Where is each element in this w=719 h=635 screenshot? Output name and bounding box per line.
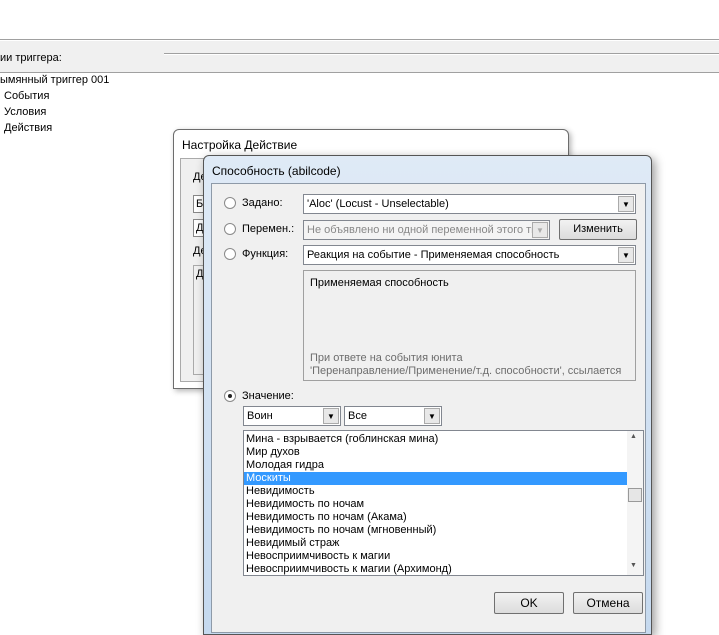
value-radio[interactable] xyxy=(224,390,236,402)
chevron-down-icon[interactable]: ▼ xyxy=(618,247,634,263)
change-button[interactable]: Изменить xyxy=(559,219,637,240)
preset-radio[interactable] xyxy=(224,197,236,209)
description-hint: При ответе на события юнита xyxy=(310,352,463,364)
scroll-down-icon[interactable]: ▼ xyxy=(630,562,637,569)
list-item[interactable]: Невидимость xyxy=(244,485,628,498)
scroll-up-icon[interactable]: ▲ xyxy=(630,433,637,440)
list-item[interactable]: Невосприимчивость к магии (Архимонд) xyxy=(244,563,628,576)
section-label: ии триггера: xyxy=(0,52,62,64)
scroll-thumb[interactable] xyxy=(628,488,642,502)
list-item[interactable]: Мина - взрывается (гоблинская мина) xyxy=(244,433,628,446)
ok-button[interactable]: OK xyxy=(494,592,564,614)
variable-label: Перемен.: xyxy=(242,223,295,235)
variable-value: Не объявлено ни одной переменной этого т… xyxy=(307,224,538,236)
toolbar-area xyxy=(0,0,719,40)
function-radio[interactable] xyxy=(224,248,236,260)
preset-value: 'Aloc' (Locust - Unselectable) xyxy=(307,198,449,210)
race-select[interactable]: Воин ▼ xyxy=(243,406,341,426)
filter-value: Все xyxy=(348,410,367,422)
list-scrollbar[interactable]: ▲ ▼ xyxy=(627,431,643,575)
description-hint: 'Перенаправление/Применение/т.д. способн… xyxy=(310,365,622,377)
chevron-down-icon[interactable]: ▼ xyxy=(618,196,634,212)
tree-item-trigger[interactable]: ымянный триггер 001 xyxy=(0,74,109,86)
list-item-selected[interactable]: Москиты xyxy=(244,472,628,485)
tree-item-events[interactable]: События xyxy=(4,90,49,102)
function-label: Функция: xyxy=(242,248,289,260)
divider xyxy=(164,53,719,55)
variable-combo: Не объявлено ни одной переменной этого т… xyxy=(303,220,550,240)
trigger-label-bar: ии триггера: xyxy=(0,41,719,73)
dialog-title: Настройка Действие xyxy=(182,138,298,152)
chevron-down-icon[interactable]: ▼ xyxy=(323,408,339,424)
race-value: Воин xyxy=(247,410,273,422)
function-description: Применяемая способность При ответе на со… xyxy=(303,270,636,381)
preset-combo[interactable]: 'Aloc' (Locust - Unselectable) ▼ xyxy=(303,194,636,214)
tree-item-actions[interactable]: Действия xyxy=(4,122,52,134)
dialog-title: Способность (abilcode) xyxy=(212,164,341,178)
ability-list[interactable]: Мина - взрывается (гоблинская мина) Мир … xyxy=(243,430,644,576)
list-item[interactable]: Невидимость по ночам xyxy=(244,498,628,511)
list-item[interactable]: Невидимость по ночам (мгновенный) xyxy=(244,524,628,537)
cancel-button[interactable]: Отмена xyxy=(573,592,643,614)
tree-item-conditions[interactable]: Условия xyxy=(4,106,46,118)
description-title: Применяемая способность xyxy=(310,277,449,289)
list-item[interactable]: Невосприимчивость к магии xyxy=(244,550,628,563)
value-label: Значение: xyxy=(242,390,294,402)
list-item[interactable]: Молодая гидра xyxy=(244,459,628,472)
list-item[interactable]: Невидимый страж xyxy=(244,537,628,550)
chevron-down-icon: ▼ xyxy=(532,222,548,238)
list-item[interactable]: Мир духов xyxy=(244,446,628,459)
function-value: Реакция на событие - Применяемая способн… xyxy=(307,249,560,261)
chevron-down-icon[interactable]: ▼ xyxy=(424,408,440,424)
filter-select[interactable]: Все ▼ xyxy=(344,406,442,426)
list-item[interactable]: Невидимость по ночам (Акама) xyxy=(244,511,628,524)
function-combo[interactable]: Реакция на событие - Применяемая способн… xyxy=(303,245,636,265)
variable-radio[interactable] xyxy=(224,223,236,235)
preset-label: Задано: xyxy=(242,197,283,209)
ability-dialog: Способность (abilcode) Задано: 'Aloc' (L… xyxy=(203,155,652,635)
